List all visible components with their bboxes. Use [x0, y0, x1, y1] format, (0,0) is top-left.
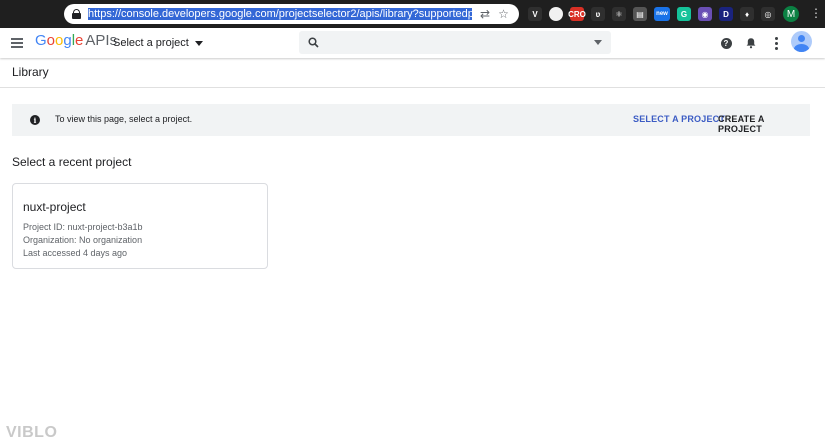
caret-down-icon [194, 40, 203, 46]
project-organization: Organization: No organization [23, 235, 143, 245]
url-text[interactable]: https://console.developers.google.com/pr… [88, 8, 472, 20]
project-last-accessed: Last accessed 4 days ago [23, 248, 128, 258]
address-bar[interactable]: https://console.developers.google.com/pr… [64, 4, 519, 24]
more-options-icon[interactable] [769, 36, 783, 50]
script-extension-icon[interactable]: ʋ [591, 7, 605, 21]
hamburger-menu-icon[interactable] [11, 38, 23, 48]
title-divider [0, 87, 825, 88]
account-avatar[interactable] [791, 31, 812, 52]
new-badge-extension-icon[interactable]: new [654, 7, 670, 21]
react-devtools-icon[interactable]: ⚛ [612, 7, 626, 21]
page-title: Library [12, 65, 49, 79]
project-selector-label: Select a project [113, 37, 189, 49]
google-apis-logo[interactable]: Google APIs [35, 32, 117, 50]
browser-menu-icon[interactable]: ⋮ [810, 7, 822, 19]
circle-extension-icon[interactable] [549, 7, 563, 21]
search-icon [308, 37, 319, 48]
recent-project-card[interactable]: nuxt-project Project ID: nuxt-project-b3… [12, 183, 268, 269]
translate-icon[interactable]: ⇄ [480, 8, 490, 20]
project-name: nuxt-project [23, 200, 86, 214]
info-icon: i [30, 115, 40, 125]
project-id: Project ID: nuxt-project-b3a1b [23, 222, 143, 232]
recent-projects-title: Select a recent project [12, 155, 132, 169]
extensions-bar: V CRO ʋ ⚛ ▤ new G ◉ D ♦ ◎ [528, 6, 775, 22]
browser-toolbar: https://console.developers.google.com/pr… [0, 0, 825, 28]
note-extension-icon[interactable]: ▤ [633, 7, 647, 21]
notifications-bell-icon[interactable] [744, 36, 758, 50]
bookmark-star-icon[interactable]: ☆ [498, 8, 509, 20]
viblo-watermark: VIBLO [6, 424, 58, 441]
search-dropdown-icon[interactable] [594, 40, 602, 45]
red-extension-icon[interactable]: CRO [568, 7, 586, 21]
search-bar[interactable] [299, 31, 611, 54]
lock-icon [72, 9, 81, 19]
search-input[interactable] [327, 36, 594, 49]
project-selector-button[interactable]: Select a project [113, 37, 203, 49]
help-icon[interactable]: ? [719, 36, 733, 50]
diamond-extension-icon[interactable]: ♦ [740, 7, 754, 21]
create-project-button[interactable]: CREATE A PROJECT [718, 114, 810, 134]
grammarly-icon[interactable]: G [677, 7, 691, 21]
browser-profile-avatar[interactable]: M [783, 6, 799, 22]
select-project-button[interactable]: SELECT A PROJECT [633, 114, 725, 124]
select-project-banner: i To view this page, select a project. S… [12, 104, 810, 136]
target-extension-icon[interactable]: ◎ [761, 7, 775, 21]
app-header: Google APIs Select a project ? [0, 28, 825, 58]
colorful-extension-icon[interactable]: ◉ [698, 7, 712, 21]
duplicate-extension-icon[interactable]: D [719, 7, 733, 21]
banner-message: To view this page, select a project. [55, 114, 193, 124]
vue-devtools-icon[interactable]: V [528, 7, 542, 21]
